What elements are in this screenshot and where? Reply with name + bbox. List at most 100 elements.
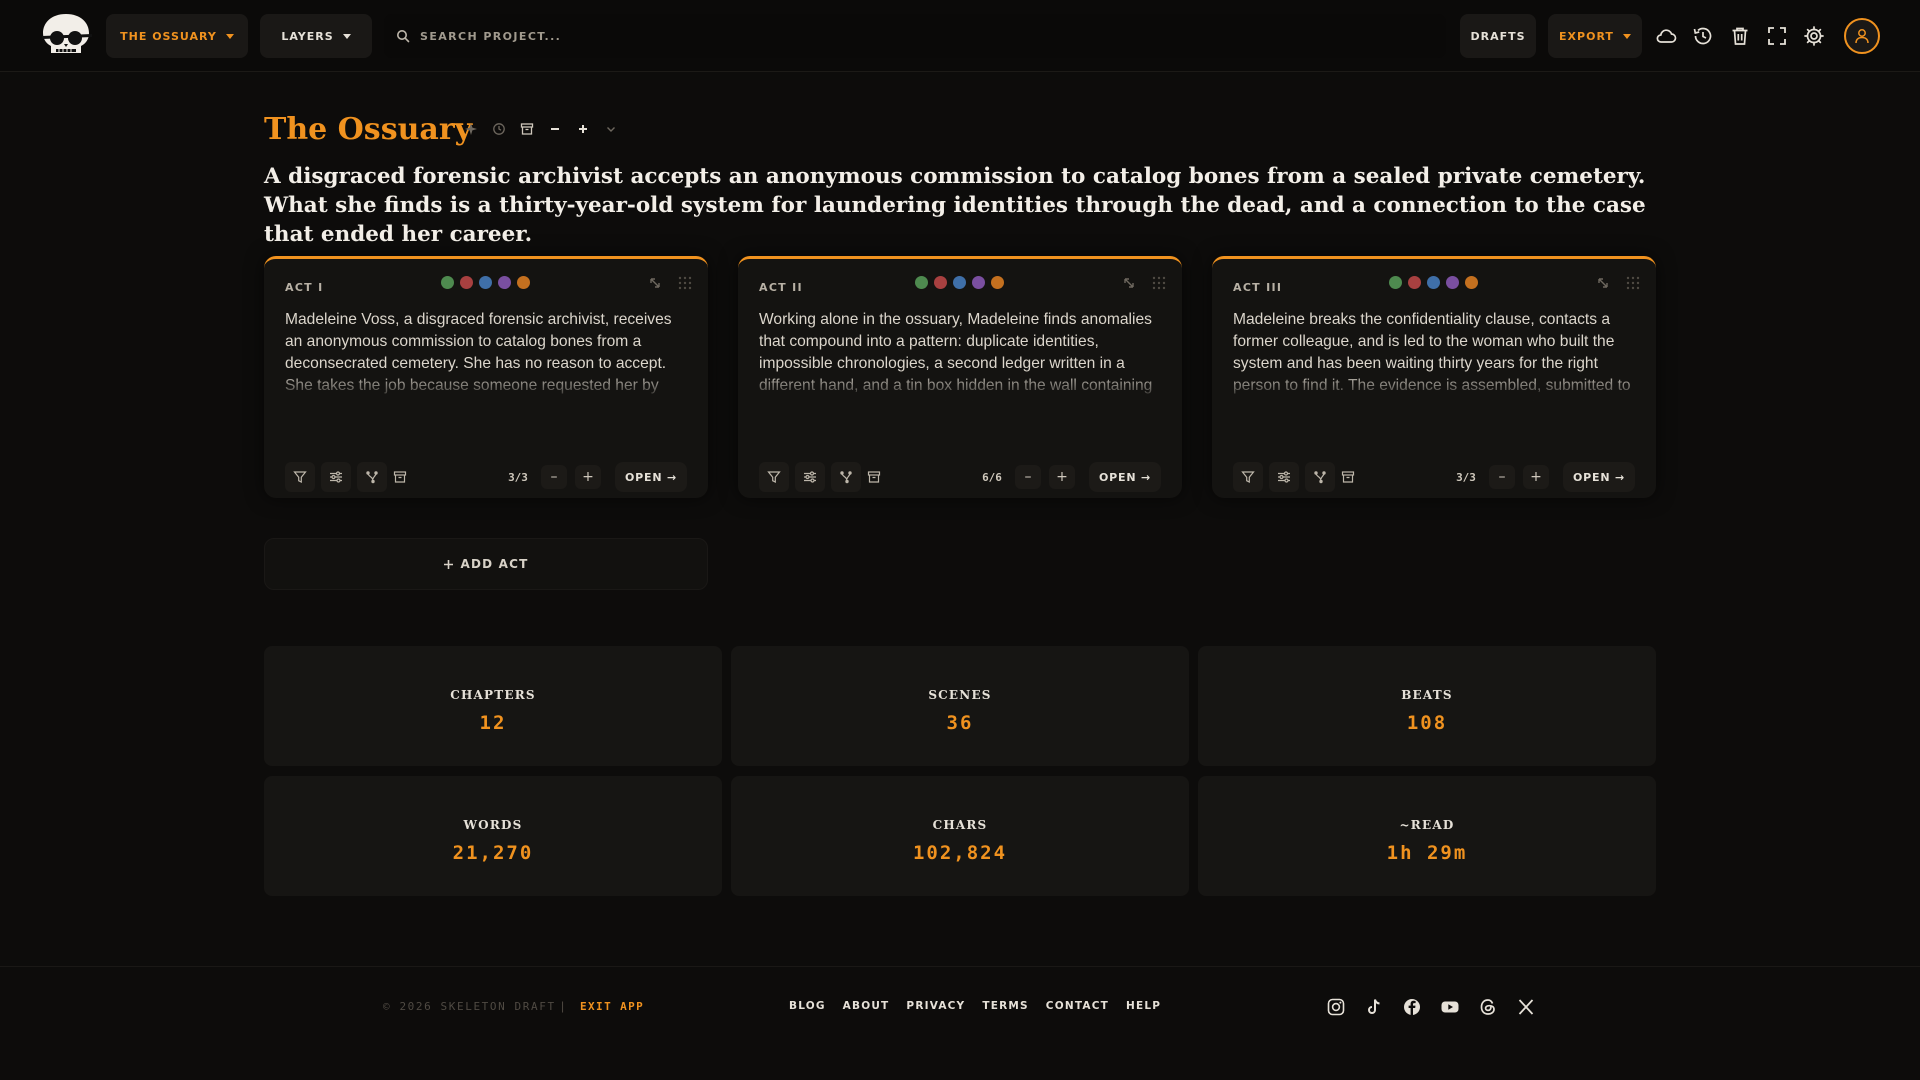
plus-icon xyxy=(444,559,454,569)
increment-button[interactable]: + xyxy=(1049,465,1075,489)
archive-button[interactable] xyxy=(385,462,415,492)
drafts-button[interactable]: DRAFTS xyxy=(1460,14,1536,58)
cloud-icon[interactable] xyxy=(1654,24,1678,48)
adjust-button[interactable] xyxy=(321,462,351,492)
stat-label: BEATS xyxy=(1401,688,1453,702)
open-act-button[interactable]: OPEN → xyxy=(615,462,687,492)
footer-link-terms[interactable]: TERMS xyxy=(982,1000,1028,1012)
history-icon[interactable] xyxy=(490,120,508,138)
export-dropdown[interactable]: EXPORT xyxy=(1548,14,1642,58)
expand-icon[interactable] xyxy=(647,275,663,291)
branch-button[interactable] xyxy=(1305,462,1335,492)
layers-dropdown[interactable]: LAYERS xyxy=(260,14,372,58)
search-bar xyxy=(384,14,1446,58)
plus-icon[interactable] xyxy=(574,120,592,138)
stat-value: 21,270 xyxy=(452,842,534,864)
decrement-button[interactable]: – xyxy=(541,465,567,489)
filter-button[interactable] xyxy=(285,462,315,492)
footer-link-privacy[interactable]: PRIVACY xyxy=(906,1000,965,1012)
filter-icon xyxy=(767,471,781,483)
color-tag-blue[interactable] xyxy=(479,276,492,289)
footer-link-help[interactable]: HELP xyxy=(1126,1000,1161,1012)
act-count: 6/6 xyxy=(982,471,1002,484)
project-title[interactable]: The Ossuary xyxy=(264,112,472,147)
footer-separator: | xyxy=(561,999,565,1013)
exit-app-link[interactable]: EXIT APP xyxy=(580,1000,644,1013)
history-icon[interactable] xyxy=(1691,24,1715,48)
chevron-down-icon xyxy=(342,33,351,39)
branch-button[interactable] xyxy=(357,462,387,492)
search-input[interactable] xyxy=(420,29,1320,43)
adjust-button[interactable] xyxy=(1269,462,1299,492)
open-act-button[interactable]: OPEN → xyxy=(1089,462,1161,492)
color-tag-red[interactable] xyxy=(1408,276,1421,289)
archive-button[interactable] xyxy=(859,462,889,492)
footer-link-contact[interactable]: CONTACT xyxy=(1046,1000,1109,1012)
tiktok-icon[interactable] xyxy=(1364,997,1384,1017)
instagram-icon[interactable] xyxy=(1326,997,1346,1017)
drag-handle-icon[interactable] xyxy=(1151,275,1167,291)
stat-value: 36 xyxy=(946,712,974,734)
color-tag-orange[interactable] xyxy=(991,276,1004,289)
act-label: ACT I xyxy=(285,281,324,294)
color-tag-blue[interactable] xyxy=(1427,276,1440,289)
adjust-button[interactable] xyxy=(795,462,825,492)
user-avatar-button[interactable] xyxy=(1844,18,1880,54)
act-toolbar: 3/3 – + OPEN → xyxy=(1233,462,1635,492)
chevron-down-icon xyxy=(1622,33,1631,39)
color-tag-picker xyxy=(915,276,1004,289)
archive-button[interactable] xyxy=(1333,462,1363,492)
drafts-button-label: DRAFTS xyxy=(1470,29,1526,43)
add-act-button[interactable]: ADD ACT xyxy=(264,538,708,590)
filter-button[interactable] xyxy=(1233,462,1263,492)
color-tag-purple[interactable] xyxy=(498,276,511,289)
act-count: 3/3 xyxy=(508,471,528,484)
chevron-down-icon[interactable] xyxy=(602,120,620,138)
footer-link-about[interactable]: ABOUT xyxy=(843,1000,890,1012)
branch-icon xyxy=(1314,471,1326,484)
threads-icon[interactable] xyxy=(1478,997,1498,1017)
x-icon[interactable] xyxy=(1516,997,1536,1017)
color-tag-orange[interactable] xyxy=(1465,276,1478,289)
color-tag-green[interactable] xyxy=(441,276,454,289)
stat-tile: SCENES 36 xyxy=(731,646,1189,766)
facebook-icon[interactable] xyxy=(1402,997,1422,1017)
color-tag-red[interactable] xyxy=(460,276,473,289)
youtube-icon[interactable] xyxy=(1440,997,1460,1017)
gear-icon[interactable] xyxy=(1802,24,1826,48)
filter-icon xyxy=(293,471,307,483)
branch-button[interactable] xyxy=(831,462,861,492)
sparkle-icon[interactable] xyxy=(462,120,480,138)
color-tag-orange[interactable] xyxy=(517,276,530,289)
stat-label: ~READ xyxy=(1399,818,1455,832)
act-summary[interactable]: Madeleine breaks the confidentiality cla… xyxy=(1233,309,1633,401)
archive-icon[interactable] xyxy=(518,120,536,138)
open-act-button[interactable]: OPEN → xyxy=(1563,462,1635,492)
color-tag-purple[interactable] xyxy=(972,276,985,289)
color-tag-red[interactable] xyxy=(934,276,947,289)
act-count: 3/3 xyxy=(1456,471,1476,484)
color-tag-green[interactable] xyxy=(915,276,928,289)
color-tag-blue[interactable] xyxy=(953,276,966,289)
act-summary[interactable]: Madeleine Voss, a disgraced forensic arc… xyxy=(285,309,685,401)
decrement-button[interactable]: – xyxy=(1015,465,1041,489)
expand-icon[interactable] xyxy=(1595,275,1611,291)
increment-button[interactable]: + xyxy=(575,465,601,489)
act-summary[interactable]: Working alone in the ossuary, Madeleine … xyxy=(759,309,1159,401)
minus-icon[interactable] xyxy=(546,120,564,138)
filter-button[interactable] xyxy=(759,462,789,492)
color-tag-green[interactable] xyxy=(1389,276,1402,289)
drag-handle-icon[interactable] xyxy=(1625,275,1641,291)
fullscreen-icon[interactable] xyxy=(1765,24,1789,48)
act-card: ACT III Madeleine breaks the confidentia… xyxy=(1212,256,1656,498)
footer-link-blog[interactable]: BLOG xyxy=(789,1000,826,1012)
increment-button[interactable]: + xyxy=(1523,465,1549,489)
drag-handle-icon[interactable] xyxy=(677,275,693,291)
skull-logo-icon[interactable] xyxy=(38,11,94,59)
color-tag-purple[interactable] xyxy=(1446,276,1459,289)
trash-icon[interactable] xyxy=(1728,24,1752,48)
project-dropdown[interactable]: THE OSSUARY xyxy=(106,14,248,58)
project-dropdown-label: THE OSSUARY xyxy=(120,29,217,43)
decrement-button[interactable]: – xyxy=(1489,465,1515,489)
expand-icon[interactable] xyxy=(1121,275,1137,291)
